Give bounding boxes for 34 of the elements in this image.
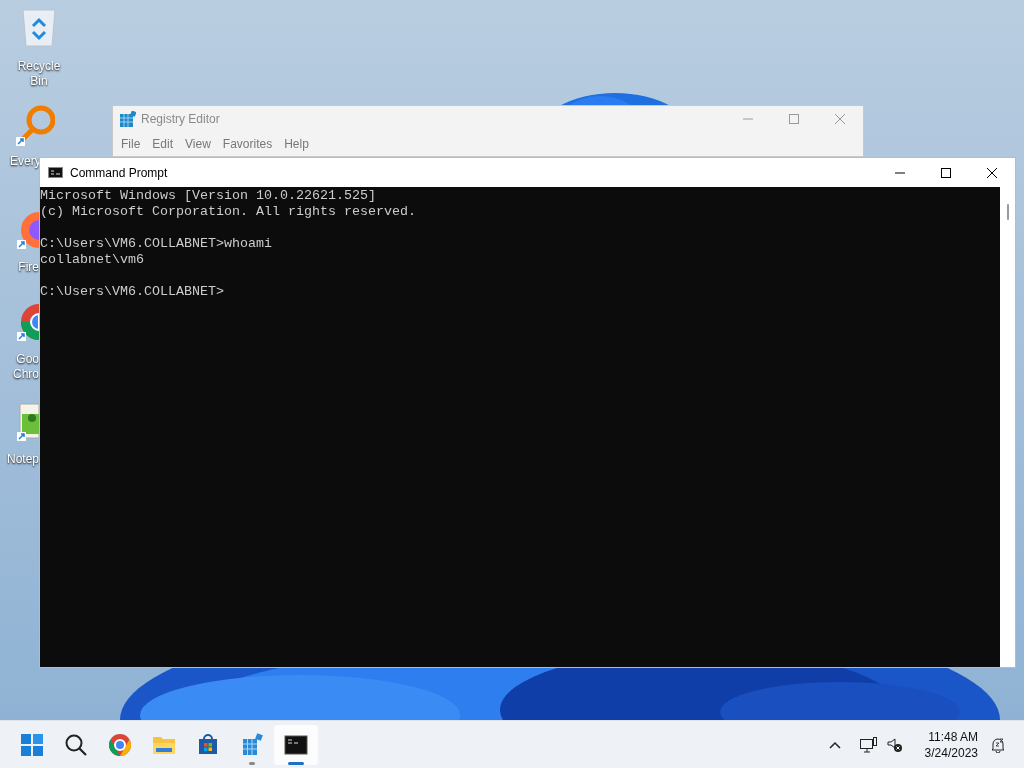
clock-time[interactable]: 11:48 AM xyxy=(928,728,978,745)
magnifier-shortcut-icon[interactable] xyxy=(15,104,55,146)
notepad-shortcut-icon[interactable] xyxy=(16,402,39,442)
taskbar-button[interactable] xyxy=(274,724,318,765)
menu-item[interactable]: View xyxy=(179,135,217,154)
console-line: C:\Users\VM6.COLLABNET>whoami xyxy=(40,236,273,252)
network-icon[interactable] xyxy=(859,736,877,753)
volume-muted-icon[interactable] xyxy=(886,736,903,753)
menu-item[interactable]: Favorites xyxy=(216,135,279,154)
terminal-icon xyxy=(48,167,63,178)
firefox-shortcut-icon[interactable] xyxy=(16,210,39,250)
chrome-icon xyxy=(108,732,132,757)
console-line: C:\Users\VM6.COLLABNET> xyxy=(40,284,225,300)
start-icon xyxy=(20,732,44,757)
recycle-bin-icon[interactable] xyxy=(20,8,58,48)
registry-icon xyxy=(120,111,136,128)
menu-item[interactable]: Help xyxy=(278,135,315,154)
clock-date[interactable]: 3/24/2023 xyxy=(924,744,978,761)
menu-item[interactable]: File xyxy=(115,135,147,154)
store-icon xyxy=(196,732,220,757)
search-icon xyxy=(64,732,88,757)
close-icon[interactable] xyxy=(987,167,997,178)
console-line: (c) Microsoft Corporation. All rights reserved. xyxy=(40,204,417,220)
registry-icon xyxy=(240,732,264,757)
scrollbar-thumb[interactable] xyxy=(1006,204,1009,220)
console-line: Microsoft Windows [Version 10.0.22621.525] xyxy=(40,188,377,204)
menu-item[interactable]: Edit xyxy=(146,135,180,154)
terminal-icon xyxy=(284,732,308,757)
window-title: Command Prompt xyxy=(70,164,168,182)
chevron-up-icon[interactable] xyxy=(828,740,841,749)
maximize-icon[interactable] xyxy=(941,167,951,178)
notification-bell-icon[interactable] xyxy=(990,736,1006,753)
console-line: collabnet\vm6 xyxy=(40,252,145,268)
window-title: Registry Editor xyxy=(141,111,220,129)
